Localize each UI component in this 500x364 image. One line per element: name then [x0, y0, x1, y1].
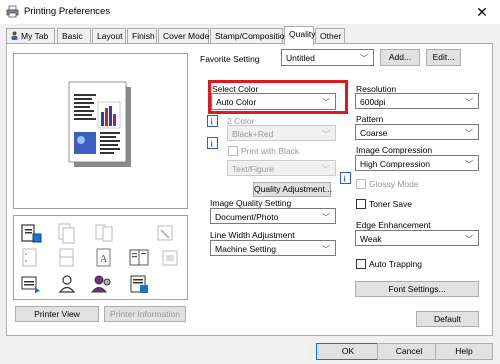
info-icon: i	[207, 115, 218, 127]
tab-finish[interactable]: Finish	[127, 28, 157, 44]
image-compression-select[interactable]: High Compression ﹀	[355, 155, 479, 171]
help-button[interactable]: Help	[435, 343, 493, 360]
line-width-label: Line Width Adjustment	[210, 230, 295, 240]
svg-text:A: A	[100, 254, 108, 265]
finisher-icon	[162, 250, 178, 266]
font-settings-button[interactable]: Font Settings...	[355, 281, 479, 297]
printer-information-button[interactable]: Printer Information	[104, 306, 186, 322]
printer-view-button[interactable]: Printer View	[15, 306, 99, 322]
info-icon: i	[207, 137, 218, 149]
edge-enhancement-label: Edge Enhancement	[356, 220, 431, 230]
auto-trapping-label: Auto Trapping	[369, 259, 422, 269]
tab-other[interactable]: Other	[315, 28, 345, 44]
account-track-icon	[90, 275, 111, 293]
image-compression-label: Image Compression	[356, 145, 433, 155]
chevron-down-icon: ﹀	[465, 235, 473, 244]
tab-my-tab[interactable]: My Tab	[6, 28, 55, 44]
text-page-icon: A	[96, 248, 111, 267]
chevron-down-icon: ﹀	[465, 129, 473, 138]
close-icon[interactable]: ✕	[470, 3, 494, 21]
punch-icon	[22, 248, 37, 267]
chevron-down-icon: ﹀	[322, 245, 330, 254]
favorite-setting-label: Favorite Setting	[200, 54, 260, 64]
two-pages-icon	[129, 249, 149, 266]
default-button[interactable]: Default	[416, 311, 479, 327]
secure-print-icon	[130, 275, 148, 293]
user-auth-icon	[58, 275, 76, 293]
chevron-down-icon: ﹀	[322, 213, 330, 222]
person-icon	[10, 31, 19, 40]
two-color-select[interactable]: Black+Red ﹀	[227, 125, 336, 141]
quality-adjustment-button[interactable]: Quality Adjustment...	[253, 182, 332, 197]
info-icon: i	[340, 172, 351, 184]
staple-icon	[157, 225, 173, 241]
resolution-select[interactable]: 600dpi ﹀	[355, 93, 479, 109]
highlight-box	[208, 80, 348, 114]
favorite-setting-select[interactable]: Untitled ﹀	[281, 49, 374, 66]
chevron-down-icon: ﹀	[360, 54, 368, 63]
pattern-label: Pattern	[356, 114, 384, 124]
fold-icon	[59, 248, 74, 267]
stacked-pages-icon	[58, 223, 75, 244]
tab-stamp-composition[interactable]: Stamp/Composition	[210, 28, 289, 44]
output-tray-icon	[21, 276, 40, 293]
glossy-mode-label: Glossy Mode	[369, 179, 419, 189]
window-title: Printing Preferences	[24, 6, 111, 17]
print-with-black-select[interactable]: Text/Figure ﹀	[227, 160, 336, 176]
edit-favorite-button[interactable]: Edit...	[426, 49, 461, 66]
chevron-down-icon: ﹀	[465, 160, 473, 169]
printer-app-icon	[6, 5, 19, 18]
chevron-down-icon: ﹀	[322, 130, 330, 139]
tab-layout[interactable]: Layout	[92, 28, 126, 44]
print-preview	[13, 53, 188, 209]
tab-basic[interactable]: Basic	[57, 28, 91, 44]
image-quality-select[interactable]: Document/Photo ﹀	[210, 208, 336, 224]
preview-page-image	[68, 81, 131, 167]
glossy-mode-checkbox[interactable]	[356, 179, 366, 189]
pattern-select[interactable]: Coarse ﹀	[355, 124, 479, 140]
add-favorite-button[interactable]: Add...	[380, 49, 420, 66]
image-quality-label: Image Quality Setting	[210, 198, 292, 208]
ok-button[interactable]: OK	[316, 343, 380, 360]
paper-tray-icon	[21, 224, 42, 243]
toner-save-checkbox[interactable]	[356, 199, 366, 209]
toner-save-label: Toner Save	[369, 199, 412, 209]
auto-trapping-checkbox[interactable]	[356, 259, 366, 269]
tab-quality[interactable]: Quality	[284, 26, 315, 45]
line-width-select[interactable]: Machine Setting ﹀	[210, 240, 336, 256]
print-with-black-checkbox[interactable]	[228, 146, 238, 156]
chevron-down-icon: ﹀	[465, 98, 473, 107]
print-with-black-label: Print with Black	[241, 146, 300, 156]
cancel-button[interactable]: Cancel	[377, 343, 441, 360]
edge-enhancement-select[interactable]: Weak ﹀	[355, 230, 479, 246]
tab-cover-mode[interactable]: Cover Mode	[158, 28, 209, 44]
booklet-pages-icon	[95, 224, 113, 242]
chevron-down-icon: ﹀	[322, 165, 330, 174]
